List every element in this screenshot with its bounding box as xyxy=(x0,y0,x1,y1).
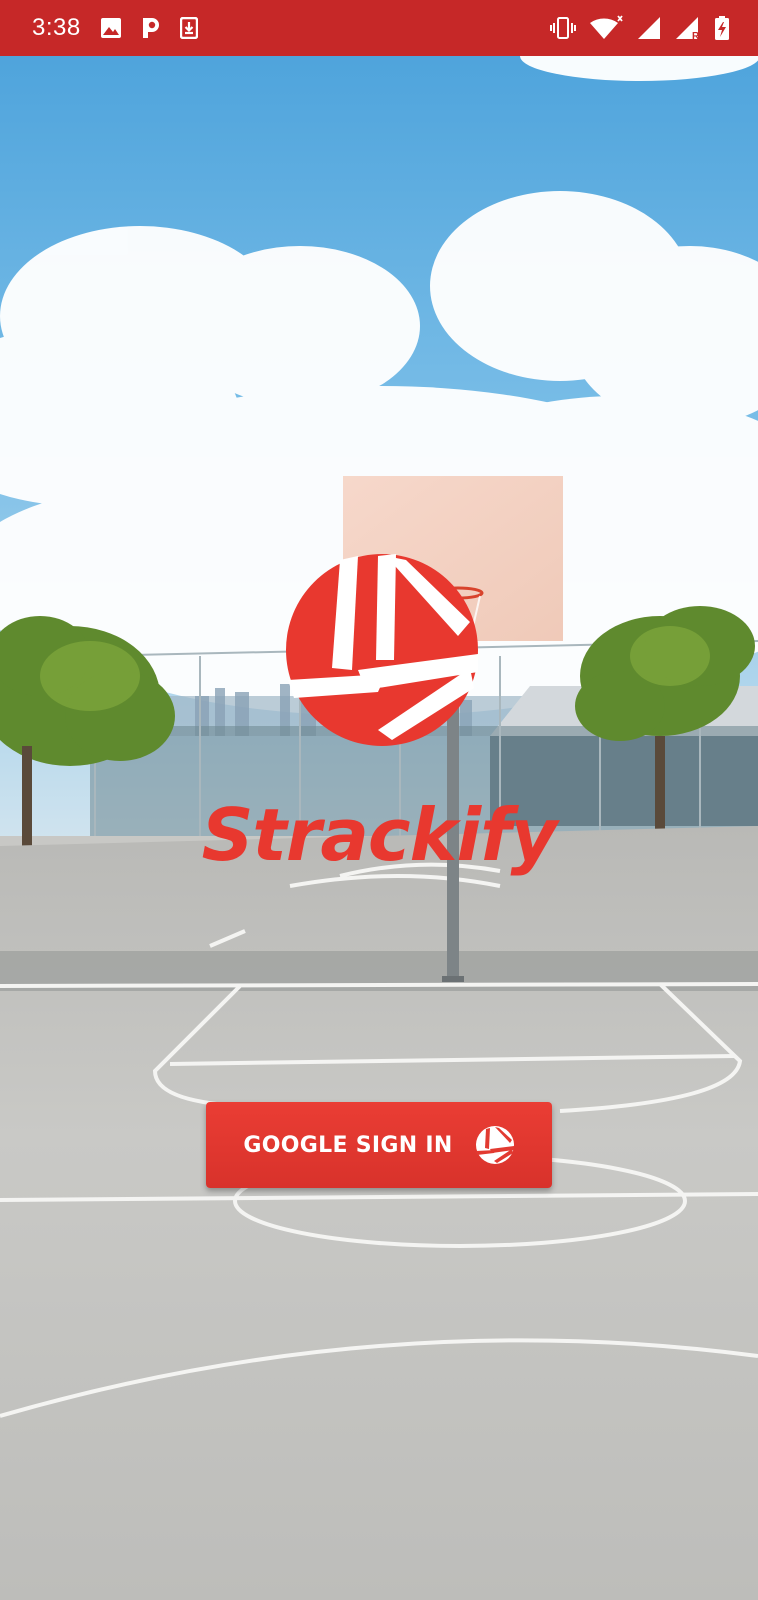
google-sign-in-button[interactable]: GOOGLE SIGN IN xyxy=(206,1102,552,1188)
image-icon xyxy=(101,18,121,38)
strackify-logo-icon xyxy=(475,1126,514,1164)
wifi-icon xyxy=(590,15,623,39)
status-bar: 3:38 R xyxy=(0,0,758,56)
download-icon xyxy=(180,17,198,39)
svg-text:R: R xyxy=(692,31,700,41)
google-sign-in-label: GOOGLE SIGN IN xyxy=(243,1132,453,1158)
status-system-icons: R xyxy=(550,14,730,42)
strackify-logo-icon xyxy=(286,554,478,746)
signal-roaming-icon: R xyxy=(676,17,700,41)
status-time: 3:38 xyxy=(32,14,81,41)
parking-icon xyxy=(143,18,159,38)
login-screen: 3:38 R Strackify GOOGLE SIGN IN xyxy=(0,0,758,1600)
vibrate-icon xyxy=(550,17,576,39)
battery-charging-icon xyxy=(715,16,729,40)
status-notification-icons xyxy=(100,16,198,40)
app-name: Strackify xyxy=(201,793,558,877)
signal-icon xyxy=(638,17,660,39)
